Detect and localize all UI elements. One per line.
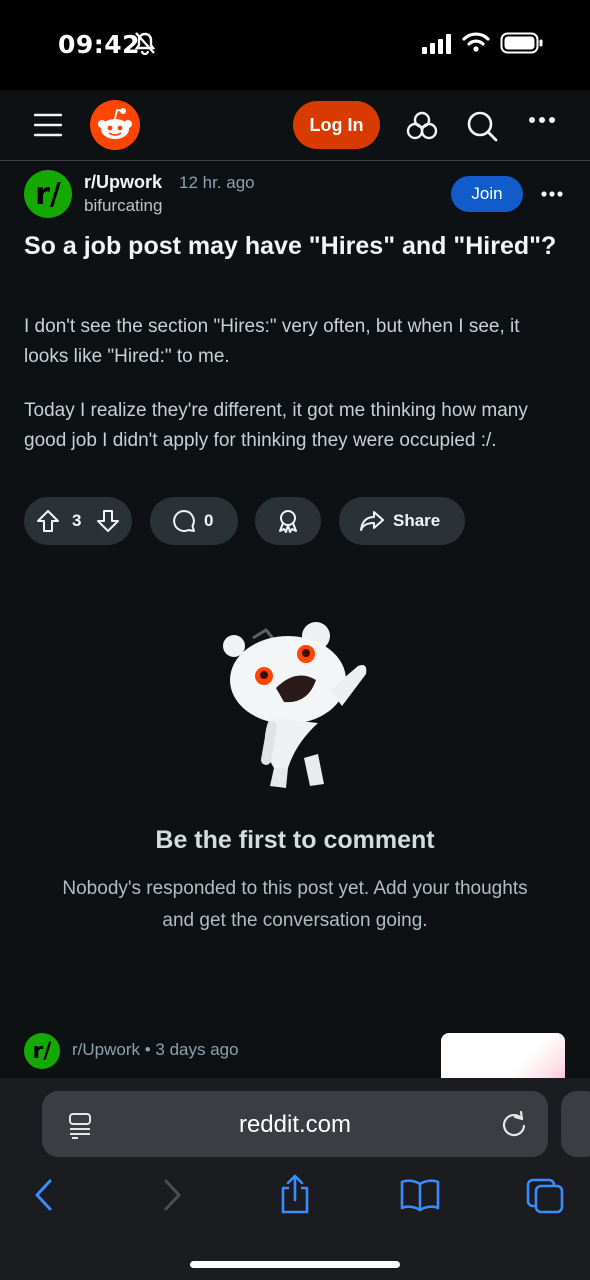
search-icon[interactable] bbox=[466, 110, 498, 142]
status-bar: 09:42 bbox=[0, 0, 590, 90]
award-icon bbox=[279, 510, 297, 533]
browser-toolbar: reddit.com bbox=[0, 1078, 590, 1280]
app-header: Log In bbox=[0, 90, 590, 161]
snoo-mascot-illustration bbox=[223, 622, 367, 788]
signal-icon bbox=[422, 34, 451, 54]
back-icon[interactable] bbox=[32, 1178, 56, 1212]
next-post-meta: r/Upwork • 3 days ago bbox=[72, 1040, 239, 1059]
post-title: So a job post may have "Hires" and "Hire… bbox=[24, 232, 557, 260]
wifi-icon bbox=[462, 32, 490, 52]
downvote-icon[interactable] bbox=[96, 509, 120, 533]
subreddit-avatar: r/ bbox=[24, 1033, 60, 1069]
post-paragraph: Today I realize they're different, it go… bbox=[24, 400, 528, 451]
address-bar[interactable]: reddit.com bbox=[42, 1091, 548, 1157]
comment-icon bbox=[173, 510, 195, 532]
post-paragraph: I don't see the section "Hires:" very of… bbox=[24, 316, 520, 367]
post-age: 12 hr. ago bbox=[179, 173, 255, 192]
upvote-icon[interactable] bbox=[36, 509, 60, 533]
reddit-logo-icon[interactable] bbox=[90, 100, 140, 150]
url-text: reddit.com bbox=[238, 1111, 352, 1138]
next-post-preview[interactable]: r/ r/Upwork • 3 days ago bbox=[0, 1030, 590, 1093]
battery-icon bbox=[500, 32, 543, 54]
bell-muted-icon bbox=[134, 32, 156, 55]
reload-icon[interactable] bbox=[501, 1111, 527, 1137]
share-sheet-icon[interactable] bbox=[279, 1174, 311, 1214]
forward-icon[interactable] bbox=[160, 1178, 184, 1212]
join-button[interactable]: Join bbox=[451, 176, 523, 212]
vote-count: 3 bbox=[72, 511, 82, 530]
comments-button[interactable]: 0 bbox=[150, 497, 238, 545]
post-author[interactable]: bifurcating bbox=[84, 196, 162, 216]
tabs-icon[interactable] bbox=[526, 1178, 564, 1214]
popular-icon[interactable] bbox=[406, 111, 438, 141]
adjacent-tab-preview[interactable] bbox=[561, 1091, 590, 1157]
subreddit-avatar[interactable]: r/ bbox=[24, 170, 72, 218]
status-time: 09:42 bbox=[58, 30, 141, 59]
award-button[interactable] bbox=[255, 497, 321, 545]
share-button[interactable]: Share bbox=[339, 497, 465, 545]
comment-count: 0 bbox=[204, 511, 214, 530]
more-options-icon[interactable] bbox=[528, 115, 556, 125]
post-body: I don't see the section "Hires:" very of… bbox=[24, 312, 564, 480]
subreddit-name[interactable]: r/Upwork bbox=[84, 172, 162, 193]
empty-comments-subtitle: Nobody's responded to this post yet. Add… bbox=[62, 878, 528, 931]
menu-icon[interactable] bbox=[34, 112, 62, 138]
post-more-icon[interactable] bbox=[541, 190, 563, 198]
post-meta: r/ r/Upwork 12 hr. ago bifurcating Join bbox=[0, 162, 590, 228]
home-indicator[interactable] bbox=[190, 1261, 400, 1268]
empty-comments-title: Be the first to comment bbox=[155, 826, 435, 854]
vote-control: 3 bbox=[24, 497, 132, 545]
share-icon bbox=[360, 511, 384, 531]
share-label: Share bbox=[393, 511, 441, 530]
login-button[interactable]: Log In bbox=[293, 101, 380, 149]
bookmarks-icon[interactable] bbox=[400, 1178, 440, 1212]
